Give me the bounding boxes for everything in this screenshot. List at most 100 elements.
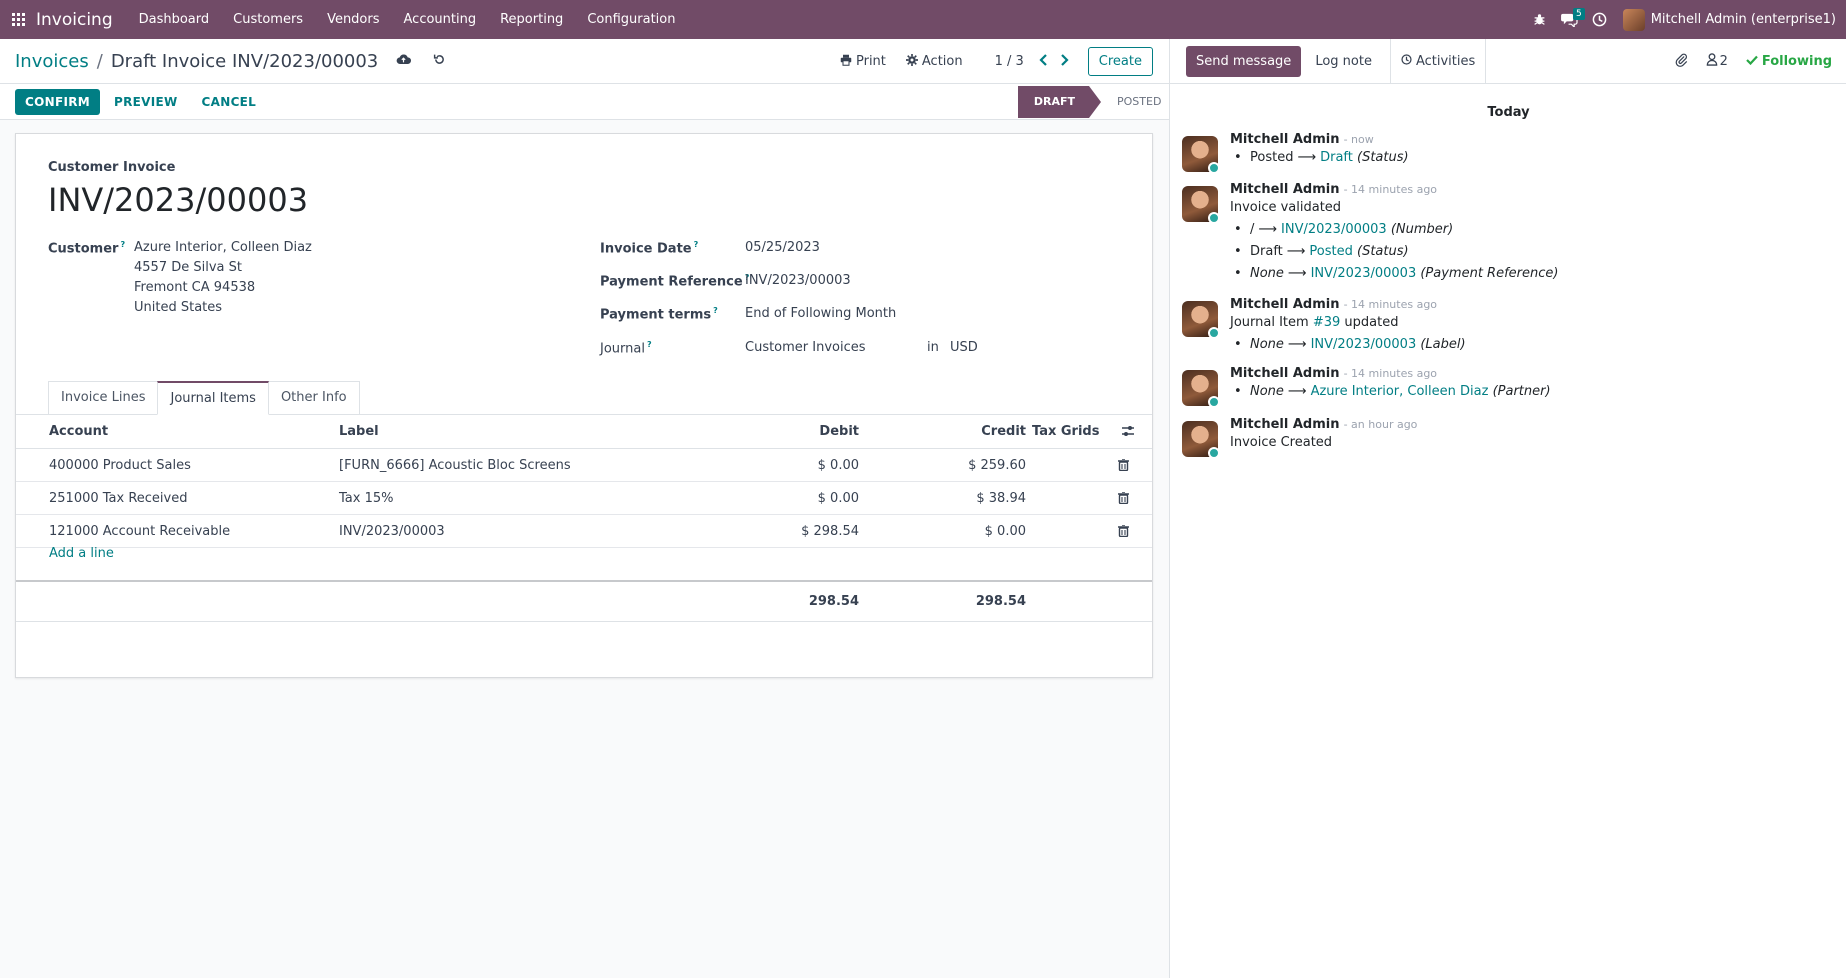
invoice-type-label: Customer Invoice [48, 160, 176, 175]
user-menu[interactable]: Mitchell Admin (enterprise1) [1622, 8, 1836, 31]
optional-columns-toggle-icon[interactable] [1121, 425, 1135, 440]
table-row[interactable]: 400000 Product Sales [FURN_6666] Acousti… [16, 449, 1152, 482]
table-row[interactable]: 121000 Account Receivable INV/2023/00003… [16, 515, 1152, 548]
stage-posted[interactable]: POSTED [1105, 95, 1169, 108]
delete-row-trash-icon[interactable] [1118, 524, 1129, 540]
author-avatar[interactable] [1182, 301, 1220, 339]
message-author[interactable]: Mitchell Admin [1230, 182, 1339, 197]
message-text: Invoice validated [1230, 200, 1342, 215]
log-note-button[interactable]: Log note [1305, 46, 1382, 77]
tab-invoice-lines[interactable]: Invoice Lines [48, 381, 159, 415]
customer-field[interactable]: Azure Interior, Colleen Diaz 4557 De Sil… [134, 238, 312, 318]
tab-other-info[interactable]: Other Info [267, 381, 360, 415]
pager-value[interactable]: 1 / 3 [995, 54, 1024, 69]
debug-bug-icon[interactable] [1525, 0, 1555, 39]
row-debit: $ 0.00 [817, 491, 859, 506]
row-label: [FURN_6666] Acoustic Bloc Screens [339, 458, 571, 473]
breadcrumb-invoices-link[interactable]: Invoices [15, 51, 89, 72]
pager-previous-icon[interactable] [1038, 53, 1048, 70]
apps-menu-icon[interactable] [0, 0, 36, 39]
author-avatar[interactable] [1182, 186, 1220, 224]
author-avatar[interactable] [1182, 136, 1220, 174]
column-header-tax-grids[interactable]: Tax Grids [1032, 415, 1099, 448]
following-button[interactable]: Following [1746, 54, 1832, 69]
activity-clock-icon[interactable] [1585, 0, 1615, 39]
message-author[interactable]: Mitchell Admin [1230, 297, 1339, 312]
online-status-dot [1208, 327, 1220, 339]
help-icon[interactable]: ? [120, 240, 125, 249]
row-credit: $ 38.94 [976, 491, 1026, 506]
tracking-change: Posted⟶Draft (Status) [1230, 147, 1830, 169]
help-icon[interactable]: ? [694, 240, 699, 249]
author-avatar[interactable] [1182, 370, 1220, 408]
menu-vendors[interactable]: Vendors [315, 0, 391, 39]
printer-icon [840, 54, 852, 70]
status-bar: DRAFT POSTED [1017, 84, 1169, 119]
column-header-label[interactable]: Label [339, 415, 379, 448]
delete-row-trash-icon[interactable] [1118, 458, 1129, 474]
menu-configuration[interactable]: Configuration [575, 0, 687, 39]
create-button[interactable]: Create [1087, 47, 1153, 76]
row-account: 121000 Account Receivable [49, 524, 231, 539]
pager-next-icon[interactable] [1060, 53, 1070, 70]
user-name: Mitchell Admin (enterprise1) [1650, 12, 1836, 27]
clock-icon [1401, 53, 1412, 69]
payment-reference-field[interactable]: INV/2023/00003 [745, 271, 851, 291]
app-name[interactable]: Invoicing [36, 10, 113, 30]
message-time: - 14 minutes ago [1343, 367, 1438, 380]
menu-customers[interactable]: Customers [221, 0, 315, 39]
author-avatar[interactable] [1182, 421, 1220, 459]
table-row[interactable]: 251000 Tax Received Tax 15% $ 0.00 $ 38.… [16, 482, 1152, 515]
menu-accounting[interactable]: Accounting [392, 0, 489, 39]
send-message-button[interactable]: Send message [1186, 45, 1302, 77]
form-panel: Invoices / Draft Invoice INV/2023/00003 … [0, 39, 1169, 978]
total-debit: 298.54 [808, 594, 859, 609]
online-status-dot [1208, 447, 1220, 459]
tracking-change: None⟶INV/2023/00003 (Payment Reference) [1230, 263, 1830, 285]
preview-button[interactable]: PREVIEW [114, 89, 178, 115]
column-header-account[interactable]: Account [49, 415, 108, 448]
discard-undo-icon[interactable] [433, 53, 446, 70]
tracking-change: /⟶INV/2023/00003 (Number) [1230, 219, 1830, 241]
confirm-button[interactable]: CONFIRM [15, 88, 100, 115]
tab-journal-items[interactable]: Journal Items [157, 381, 269, 415]
journal-field[interactable]: Customer Invoices [745, 338, 866, 358]
payment-terms-field[interactable]: End of Following Month [745, 304, 896, 324]
cancel-button[interactable]: CANCEL [202, 89, 257, 115]
invoice-date-field[interactable]: 05/25/2023 [745, 238, 820, 258]
messages-icon[interactable]: 5 [1555, 0, 1585, 39]
online-status-dot [1208, 212, 1220, 224]
help-icon[interactable]: ? [713, 306, 718, 315]
column-header-debit[interactable]: Debit [756, 415, 859, 448]
currency-field[interactable]: USD [950, 338, 978, 358]
customer-city: Fremont CA 94538 [134, 280, 256, 295]
tracking-change: None⟶INV/2023/00003 (Label) [1230, 334, 1830, 356]
save-cloud-icon[interactable] [396, 53, 412, 69]
total-credit: 298.54 [975, 594, 1026, 609]
stage-draft[interactable]: DRAFT [1017, 85, 1102, 118]
column-header-credit[interactable]: Credit [916, 415, 1026, 448]
tracking-change: None⟶Azure Interior, Colleen Diaz (Partn… [1230, 381, 1830, 403]
message-author[interactable]: Mitchell Admin [1230, 132, 1339, 147]
followers-button[interactable]: 2 [1706, 53, 1728, 70]
print-label: Print [855, 54, 886, 69]
chatter-panel: Send message Log note Activities 2 Follo… [1169, 38, 1846, 978]
print-button[interactable]: Print [840, 54, 886, 70]
help-icon[interactable]: ? [647, 340, 652, 349]
message-author[interactable]: Mitchell Admin [1230, 366, 1339, 381]
customer-name: Azure Interior, Colleen Diaz [134, 240, 312, 255]
menu-dashboard[interactable]: Dashboard [127, 0, 222, 39]
journal-item-link[interactable]: #39 [1313, 315, 1340, 330]
action-button[interactable]: Action [905, 53, 963, 70]
add-line-link[interactable]: Add a line [49, 546, 114, 561]
message-author[interactable]: Mitchell Admin [1230, 417, 1339, 432]
message-text: Journal Item #39 updated [1230, 315, 1399, 330]
totals-row: 298.54 298.54 [16, 580, 1152, 622]
action-label: Action [921, 54, 963, 69]
activities-button[interactable]: Activities [1389, 38, 1487, 84]
menu-reporting[interactable]: Reporting [488, 0, 575, 39]
delete-row-trash-icon[interactable] [1118, 491, 1129, 507]
attachment-paperclip-icon[interactable] [1675, 53, 1688, 71]
row-credit: $ 259.60 [968, 458, 1026, 473]
customer-street: 4557 De Silva St [134, 260, 242, 275]
